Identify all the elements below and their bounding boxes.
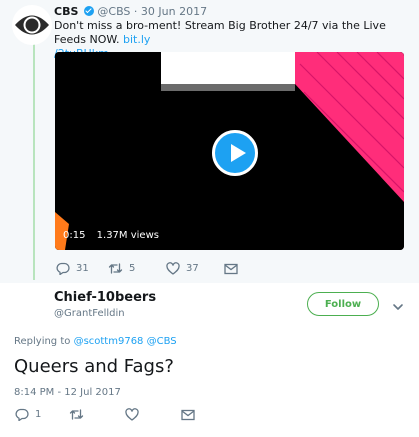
- quoted-tweet[interactable]: CBS @CBS · 30 Jun 2017 Don't miss a bro-…: [0, 0, 419, 283]
- quoted-author-name[interactable]: CBS: [54, 5, 78, 18]
- quoted-like-count: 37: [186, 263, 199, 274]
- quoted-reply-button[interactable]: 31: [56, 262, 108, 275]
- quoted-like-button[interactable]: 37: [166, 262, 224, 275]
- follow-button[interactable]: Follow: [307, 292, 379, 316]
- replying-to-prefix: Replying to: [14, 336, 74, 347]
- video-duration: 0:15: [63, 230, 86, 241]
- play-button[interactable]: [212, 130, 258, 176]
- cbs-avatar[interactable]: [12, 5, 52, 45]
- quoted-reply-count: 31: [76, 263, 89, 274]
- replying-to-mentions[interactable]: @scottm9768 @CBS: [74, 336, 177, 347]
- quoted-tweet-date[interactable]: 30 Jun 2017: [141, 5, 207, 18]
- quoted-tweet-actions: 31 5 37: [56, 262, 238, 275]
- reply-icon: [56, 262, 70, 275]
- reply-count: 1: [35, 409, 42, 420]
- like-button[interactable]: [125, 408, 181, 421]
- envelope-icon: [181, 409, 195, 420]
- video-player[interactable]: 0:15 1.37M views: [55, 52, 404, 250]
- retweet-icon: [69, 409, 84, 420]
- tweet-timestamp[interactable]: 8:14 PM - 12 Jul 2017: [14, 387, 121, 398]
- heart-icon: [166, 262, 180, 275]
- author-name[interactable]: Chief-10beers: [54, 290, 156, 305]
- author-handle[interactable]: @GrantFelldin: [54, 308, 125, 319]
- author-avatar[interactable]: [12, 291, 50, 329]
- tweet-actions: 1: [15, 408, 195, 421]
- video-views: 1.37M views: [96, 230, 159, 241]
- verified-badge-icon: [83, 6, 94, 16]
- replying-to-line: Replying to @scottm9768 @CBS: [14, 336, 177, 347]
- quoted-retweet-count: 5: [129, 263, 136, 274]
- quoted-dm-button[interactable]: [224, 263, 238, 275]
- chevron-down-icon: [393, 304, 403, 310]
- envelope-icon: [224, 263, 238, 274]
- tweet-text: Queers and Fags?: [14, 356, 174, 377]
- dm-button[interactable]: [181, 409, 195, 421]
- more-options-button[interactable]: [391, 298, 405, 310]
- reply-icon: [15, 408, 29, 421]
- quoted-date-separator: ·: [133, 5, 138, 18]
- quoted-retweet-button[interactable]: 5: [108, 262, 166, 275]
- quoted-author-handle[interactable]: @CBS: [97, 5, 130, 18]
- cbs-eye-logo-icon: [13, 6, 51, 44]
- reply-button[interactable]: 1: [15, 408, 69, 421]
- quoted-tweet-body: Don't miss a bro-ment! Stream Big Brothe…: [54, 19, 386, 46]
- video-meta: 0:15 1.37M views: [63, 230, 167, 241]
- retweet-icon: [108, 263, 123, 274]
- heart-icon: [125, 408, 139, 421]
- thread-connector-line: [33, 40, 35, 280]
- quoted-tweet-header: CBS @CBS · 30 Jun 2017: [54, 5, 207, 19]
- retweet-button[interactable]: [69, 408, 125, 421]
